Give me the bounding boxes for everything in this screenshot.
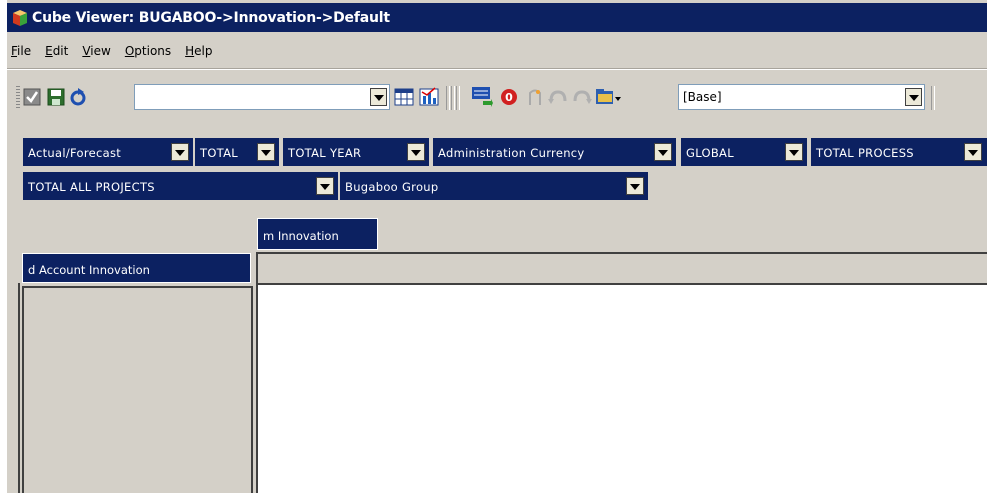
toolbar-grip[interactable] — [16, 86, 20, 108]
column-header-area — [256, 252, 987, 283]
menu-options[interactable]: Options — [125, 44, 171, 58]
chevron-down-icon[interactable] — [316, 177, 334, 195]
recalculate-icon[interactable] — [69, 87, 87, 110]
zero-suppress-icon[interactable]: 0 — [499, 87, 519, 110]
cube-icon — [13, 9, 27, 26]
check-icon[interactable] — [23, 88, 41, 109]
menu-file[interactable]: File — [11, 44, 31, 58]
svg-text:0: 0 — [505, 91, 513, 104]
chevron-down-icon[interactable] — [626, 177, 644, 195]
chevron-down-icon[interactable] — [785, 143, 803, 161]
export-icon[interactable] — [471, 86, 493, 111]
data-grid[interactable] — [256, 283, 987, 493]
chevron-down-icon[interactable] — [257, 143, 275, 161]
menu-edit[interactable]: Edit — [45, 44, 68, 58]
subset-combo[interactable]: [Base] — [678, 84, 925, 110]
dimension-actual-forecast[interactable]: Actual/Forecast — [22, 137, 194, 167]
dimension-administration-currency[interactable]: Administration Currency — [432, 137, 677, 167]
dimension-total[interactable]: TOTAL — [194, 137, 280, 167]
menu-help[interactable]: Help — [185, 44, 212, 58]
sandbox-icon[interactable] — [526, 87, 544, 110]
view-combo[interactable] — [134, 84, 390, 110]
window-title: Cube Viewer: BUGABOO->Innovation->Defaul… — [32, 9, 390, 26]
undo-icon[interactable] — [548, 89, 568, 108]
folder-dropdown-icon[interactable] — [595, 86, 621, 109]
dimension-total-year[interactable]: TOTAL YEAR — [282, 137, 430, 167]
redo-icon[interactable] — [572, 89, 592, 108]
chevron-down-icon[interactable] — [370, 88, 387, 106]
toolbar: 0 [Base] — [7, 78, 987, 118]
row-dimension-header[interactable]: d Account Innovation — [22, 253, 251, 283]
dimension-global[interactable]: GLOBAL — [680, 137, 808, 167]
column-dimension-tab[interactable]: m Innovation — [257, 218, 378, 250]
chevron-down-icon[interactable] — [905, 88, 922, 106]
chevron-down-icon[interactable] — [964, 143, 982, 161]
chevron-down-icon[interactable] — [654, 143, 672, 161]
dimension-total-all-projects[interactable]: TOTAL ALL PROJECTS — [22, 171, 339, 201]
spreadsheet-icon[interactable] — [394, 88, 414, 109]
menu-view[interactable]: View — [82, 44, 110, 58]
dimension-total-process[interactable]: TOTAL PROCESS — [810, 137, 987, 167]
menu-bar: File Edit View Options Help — [7, 40, 223, 62]
chart-icon[interactable] — [419, 86, 439, 109]
row-header-area — [22, 286, 253, 493]
dimension-bugaboo-group[interactable]: Bugaboo Group — [339, 171, 649, 201]
save-icon[interactable] — [47, 88, 65, 109]
cube-viewer-window: Cube Viewer: BUGABOO->Innovation->Defaul… — [7, 0, 987, 493]
chevron-down-icon[interactable] — [407, 143, 425, 161]
title-bar[interactable]: Cube Viewer: BUGABOO->Innovation->Defaul… — [7, 3, 987, 32]
chevron-down-icon[interactable] — [171, 143, 189, 161]
